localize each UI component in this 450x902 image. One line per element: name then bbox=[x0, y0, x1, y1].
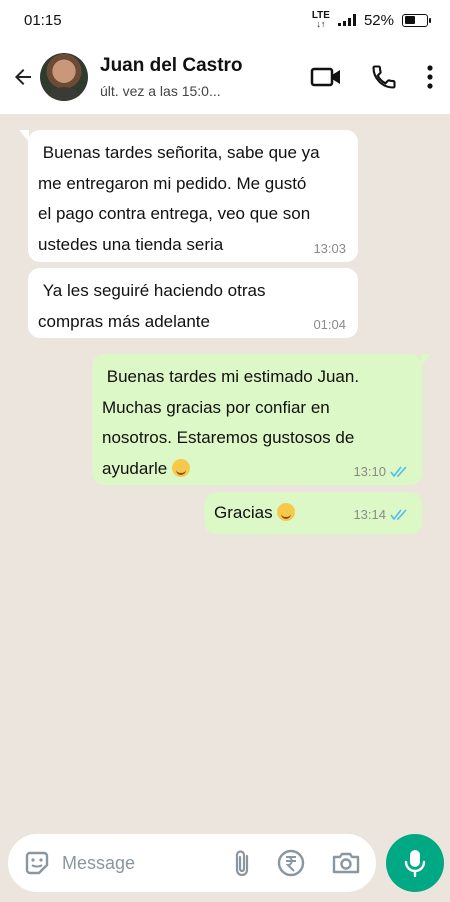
message-meta: 13:03 bbox=[313, 242, 346, 256]
message-time: 13:03 bbox=[313, 241, 346, 256]
battery-percent: 52% bbox=[363, 11, 394, 29]
arrow-left-icon bbox=[15, 69, 31, 85]
status-indicators: LTE ↓↑ 52% bbox=[311, 10, 431, 29]
payment-button[interactable] bbox=[276, 848, 306, 878]
status-bar: 01:15 LTE ↓↑ 52% bbox=[0, 0, 450, 40]
message-time: 13:14 bbox=[353, 507, 386, 522]
message-text: Ya les seguiré haciendo otras compras má… bbox=[38, 281, 266, 331]
message-input[interactable]: Message bbox=[62, 853, 232, 874]
contact-name: Juan del Castro bbox=[100, 55, 243, 76]
network-icon: LTE ↓↑ bbox=[311, 10, 330, 29]
phone-icon bbox=[372, 65, 396, 89]
signal-icon bbox=[337, 14, 356, 26]
smiling-face-icon bbox=[171, 458, 190, 477]
message-bubble-incoming[interactable]: Buenas tardes señorita, sabe que ya me e… bbox=[19, 130, 358, 262]
contact-info[interactable]: Juan del Castro últ. vez a las 15:0... bbox=[100, 55, 310, 99]
message-composer: Message bbox=[8, 834, 376, 892]
sticker-icon bbox=[25, 851, 49, 875]
avatar[interactable] bbox=[40, 53, 88, 101]
message-time: 01:04 bbox=[313, 317, 346, 332]
message-meta: 01:04 bbox=[313, 318, 346, 332]
message-list[interactable]: Buenas tardes señorita, sabe que ya me e… bbox=[0, 114, 450, 824]
voice-call-button[interactable] bbox=[370, 63, 398, 91]
attach-button[interactable] bbox=[232, 848, 252, 878]
last-seen: últ. vez a las 15:0... bbox=[100, 83, 221, 99]
message-text: Buenas tardes señorita, sabe que ya me e… bbox=[38, 143, 320, 254]
camera-icon bbox=[332, 852, 360, 874]
microphone-icon bbox=[404, 850, 426, 878]
double-check-icon bbox=[390, 466, 407, 478]
message-meta: 13:14 bbox=[353, 508, 410, 522]
message-bubble-outgoing[interactable]: Buenas tardes mi estimado Juan. Muchas g… bbox=[92, 354, 431, 485]
battery-icon bbox=[402, 13, 431, 27]
message-bubble-outgoing[interactable]: Gracias 13:14 bbox=[204, 492, 422, 534]
message-text: Gracias bbox=[214, 503, 273, 522]
double-check-icon bbox=[390, 509, 407, 521]
back-button[interactable] bbox=[10, 64, 36, 90]
video-call-button[interactable] bbox=[310, 65, 342, 89]
status-time: 01:15 bbox=[24, 11, 62, 29]
message-time: 13:10 bbox=[353, 464, 386, 479]
sticker-button[interactable] bbox=[22, 848, 52, 878]
more-options-button[interactable] bbox=[426, 64, 434, 90]
chat-header: Juan del Castro últ. vez a las 15:0... bbox=[0, 40, 450, 114]
message-meta: 13:10 bbox=[353, 465, 410, 479]
message-bubble-incoming[interactable]: Ya les seguiré haciendo otras compras má… bbox=[28, 268, 358, 338]
video-camera-icon bbox=[310, 67, 340, 87]
rupee-icon bbox=[277, 849, 305, 877]
paperclip-icon bbox=[235, 850, 249, 877]
smiling-face-icon bbox=[277, 503, 296, 521]
more-vertical-icon bbox=[427, 65, 433, 89]
message-text: Buenas tardes mi estimado Juan. Muchas g… bbox=[102, 367, 360, 478]
camera-button[interactable] bbox=[330, 849, 362, 877]
voice-record-button[interactable] bbox=[386, 834, 444, 892]
